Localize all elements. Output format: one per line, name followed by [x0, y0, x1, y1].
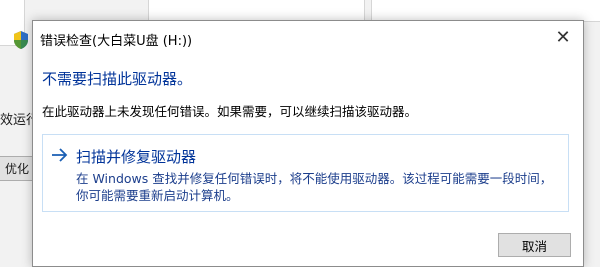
dialog-title: 错误检查(大白菜U盘 (H:)): [40, 34, 193, 49]
arrow-right-icon: [52, 148, 68, 162]
dialog-message: 在此驱动器上未发现任何错误。如果需要，可以继续扫描该驱动器。: [42, 104, 418, 119]
error-check-dialog: 错误检查(大白菜U盘 (H:)) ✕ 不需要扫描此驱动器。 在此驱动器上未发现任…: [32, 20, 584, 267]
scan-and-repair-action[interactable]: 扫描并修复驱动器 在 Windows 查找并修复任何错误时，将不能使用驱动器。该…: [42, 134, 569, 212]
close-button[interactable]: ✕: [543, 21, 583, 53]
close-icon: ✕: [555, 26, 571, 48]
scan-and-repair-description: 在 Windows 查找并修复任何错误时，将不能使用驱动器。该过程可能需要一段时…: [76, 171, 553, 203]
background-optimize-button[interactable]: 优化: [0, 156, 37, 181]
dialog-heading: 不需要扫描此驱动器。: [42, 70, 193, 88]
background-panel-middle: [148, 0, 365, 22]
scan-and-repair-title: 扫描并修复驱动器: [76, 148, 197, 166]
background-panel-right: [371, 0, 600, 22]
background-shield-icon: [12, 30, 30, 50]
title-bar: 错误检查(大白菜U盘 (H:)) ✕: [33, 21, 583, 53]
cancel-button[interactable]: 取消: [498, 233, 571, 257]
